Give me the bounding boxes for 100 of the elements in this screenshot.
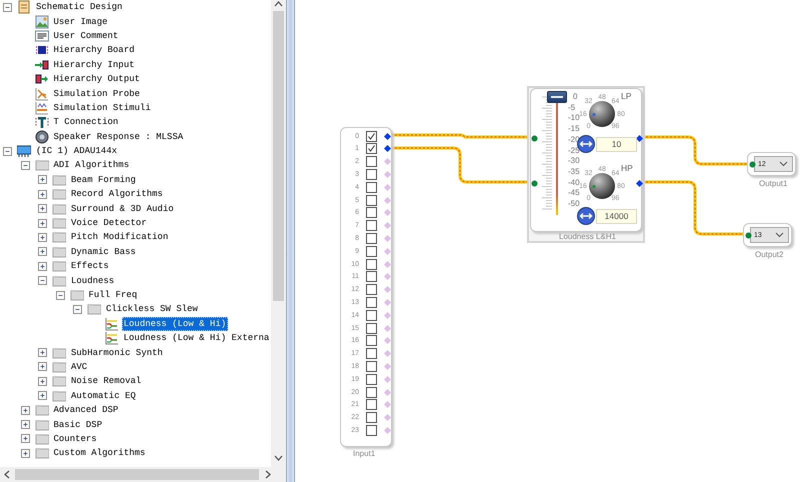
tree-item[interactable]: Dynamic Bass — [69, 244, 138, 259]
tree-item[interactable]: Hierarchy Board — [52, 43, 137, 58]
tree-item[interactable]: Loudness (Low & Hi) — [122, 316, 228, 331]
text-box-icon — [34, 28, 48, 43]
tree-item[interactable]: Schematic Design — [34, 0, 124, 14]
tree-item[interactable]: Custom Algorithms — [52, 446, 148, 460]
pin-icon[interactable] — [384, 145, 391, 152]
channel-checkbox[interactable] — [366, 386, 377, 398]
channel-checkbox[interactable] — [366, 258, 377, 270]
collapse-toggle[interactable] — [3, 146, 12, 156]
picture-icon — [34, 14, 48, 29]
collapse-toggle[interactable] — [73, 304, 82, 314]
folder-icon — [52, 172, 66, 187]
collapse-toggle[interactable] — [3, 2, 12, 12]
expand-toggle[interactable] — [38, 262, 47, 271]
scale-label: -5 — [568, 102, 576, 112]
expand-toggle[interactable] — [38, 391, 47, 400]
output-pin-icon — [34, 72, 48, 86]
probe-icon — [34, 86, 48, 101]
scale-label: -30 — [568, 156, 580, 166]
tree-item[interactable]: Record Algorithms — [69, 187, 165, 202]
scroll-down-icon[interactable] — [274, 454, 283, 462]
expand-toggle[interactable] — [20, 448, 30, 458]
expand-toggle[interactable] — [38, 362, 47, 372]
tree-item[interactable]: Full Freq — [86, 288, 140, 302]
scroll-right-icon[interactable] — [264, 470, 272, 479]
expand-toggle[interactable] — [38, 247, 47, 256]
expand-toggle[interactable] — [38, 204, 47, 214]
tree-item[interactable]: Voice Detector — [69, 216, 149, 230]
tree-item[interactable]: Noise Removal — [69, 374, 144, 388]
folder-icon — [52, 216, 66, 230]
collapse-toggle[interactable] — [20, 160, 30, 170]
expand-toggle[interactable] — [38, 190, 47, 199]
pin-icon[interactable] — [745, 232, 752, 239]
tree-item[interactable]: SubHarmonic Synth — [69, 346, 165, 360]
tree-item[interactable]: User Image — [52, 14, 110, 29]
link-button[interactable] — [577, 207, 595, 225]
tree-item[interactable]: (IC 1) ADAU144x — [34, 144, 120, 158]
tree-item[interactable]: ADI Algorithms — [52, 158, 132, 172]
tree-item[interactable]: Effects — [69, 259, 111, 274]
tree-item[interactable]: User Comment — [52, 28, 120, 43]
tree-item[interactable]: Advanced DSP — [52, 403, 120, 418]
tree-item[interactable]: Clickless SW Slew — [104, 302, 200, 316]
collapse-toggle[interactable] — [56, 290, 64, 300]
folder-icon — [34, 158, 48, 172]
expand-toggle[interactable] — [38, 175, 47, 184]
folder-icon — [52, 360, 66, 374]
tree-item[interactable]: Loudness (Low & Hi) Externa — [122, 331, 271, 346]
scale-label: -35 — [568, 166, 580, 176]
tree-item[interactable]: Pitch Modification — [69, 230, 170, 244]
folder-icon — [34, 432, 48, 446]
folder-icon — [34, 403, 48, 418]
folder-icon — [52, 187, 66, 202]
tree-item[interactable]: Loudness — [69, 274, 116, 288]
scale-label: -45 — [568, 188, 580, 198]
tree-item[interactable]: T Connection — [52, 115, 120, 130]
expand-toggle[interactable] — [20, 434, 30, 444]
document-icon — [17, 0, 31, 14]
slider-thumb[interactable] — [547, 91, 567, 103]
tree-item[interactable]: Automatic EQ — [69, 388, 138, 403]
tree-item[interactable]: Counters — [52, 432, 99, 446]
value-field[interactable]: 10 — [596, 136, 637, 152]
block-title: Output2 — [755, 250, 784, 259]
channel-checkbox[interactable] — [366, 130, 377, 142]
expand-toggle[interactable] — [20, 406, 30, 415]
scale-label: -50 — [568, 199, 580, 208]
expand-toggle[interactable] — [38, 348, 47, 358]
tree-item[interactable]: Surround & 3D Audio — [69, 202, 176, 216]
scrollbar-thumb[interactable] — [273, 11, 284, 301]
channel-checkbox[interactable] — [366, 194, 377, 206]
tree-item[interactable]: AVC — [69, 360, 90, 374]
channel-checkbox[interactable] — [366, 322, 377, 334]
tree-item[interactable]: Basic DSP — [52, 418, 104, 432]
waveform-icon — [34, 100, 48, 115]
tree-item[interactable]: Hierarchy Input — [52, 58, 137, 72]
pin-icon[interactable] — [636, 180, 642, 186]
pin-icon[interactable] — [530, 134, 538, 142]
graph-icon — [104, 331, 118, 346]
scale-label: -15 — [568, 124, 580, 134]
tree-item[interactable]: Hierarchy Output — [52, 72, 142, 86]
tree-item[interactable]: Simulation Stimuli — [52, 100, 153, 115]
collapse-toggle[interactable] — [38, 276, 47, 286]
tree-item[interactable]: Speaker Response : MLSSA — [52, 130, 186, 144]
pin-icon[interactable] — [384, 132, 391, 140]
pin-icon[interactable] — [530, 180, 538, 186]
scroll-up-icon[interactable] — [274, 0, 283, 8]
graph-icon — [104, 316, 118, 331]
expand-toggle[interactable] — [38, 232, 47, 242]
scroll-left-icon[interactable] — [3, 470, 11, 479]
value-field[interactable]: 14000 — [596, 208, 637, 224]
tree-item[interactable]: Simulation Probe — [52, 86, 142, 101]
input-pin-icon — [34, 58, 48, 72]
tree-item[interactable]: Beam Forming — [69, 172, 138, 187]
expand-toggle[interactable] — [38, 218, 47, 228]
folder-icon — [52, 230, 66, 244]
pin-icon[interactable] — [749, 161, 756, 168]
scrollbar-thumb[interactable] — [15, 469, 259, 480]
pin-icon[interactable] — [636, 134, 642, 142]
expand-toggle[interactable] — [20, 420, 30, 430]
expand-toggle[interactable] — [38, 376, 47, 386]
